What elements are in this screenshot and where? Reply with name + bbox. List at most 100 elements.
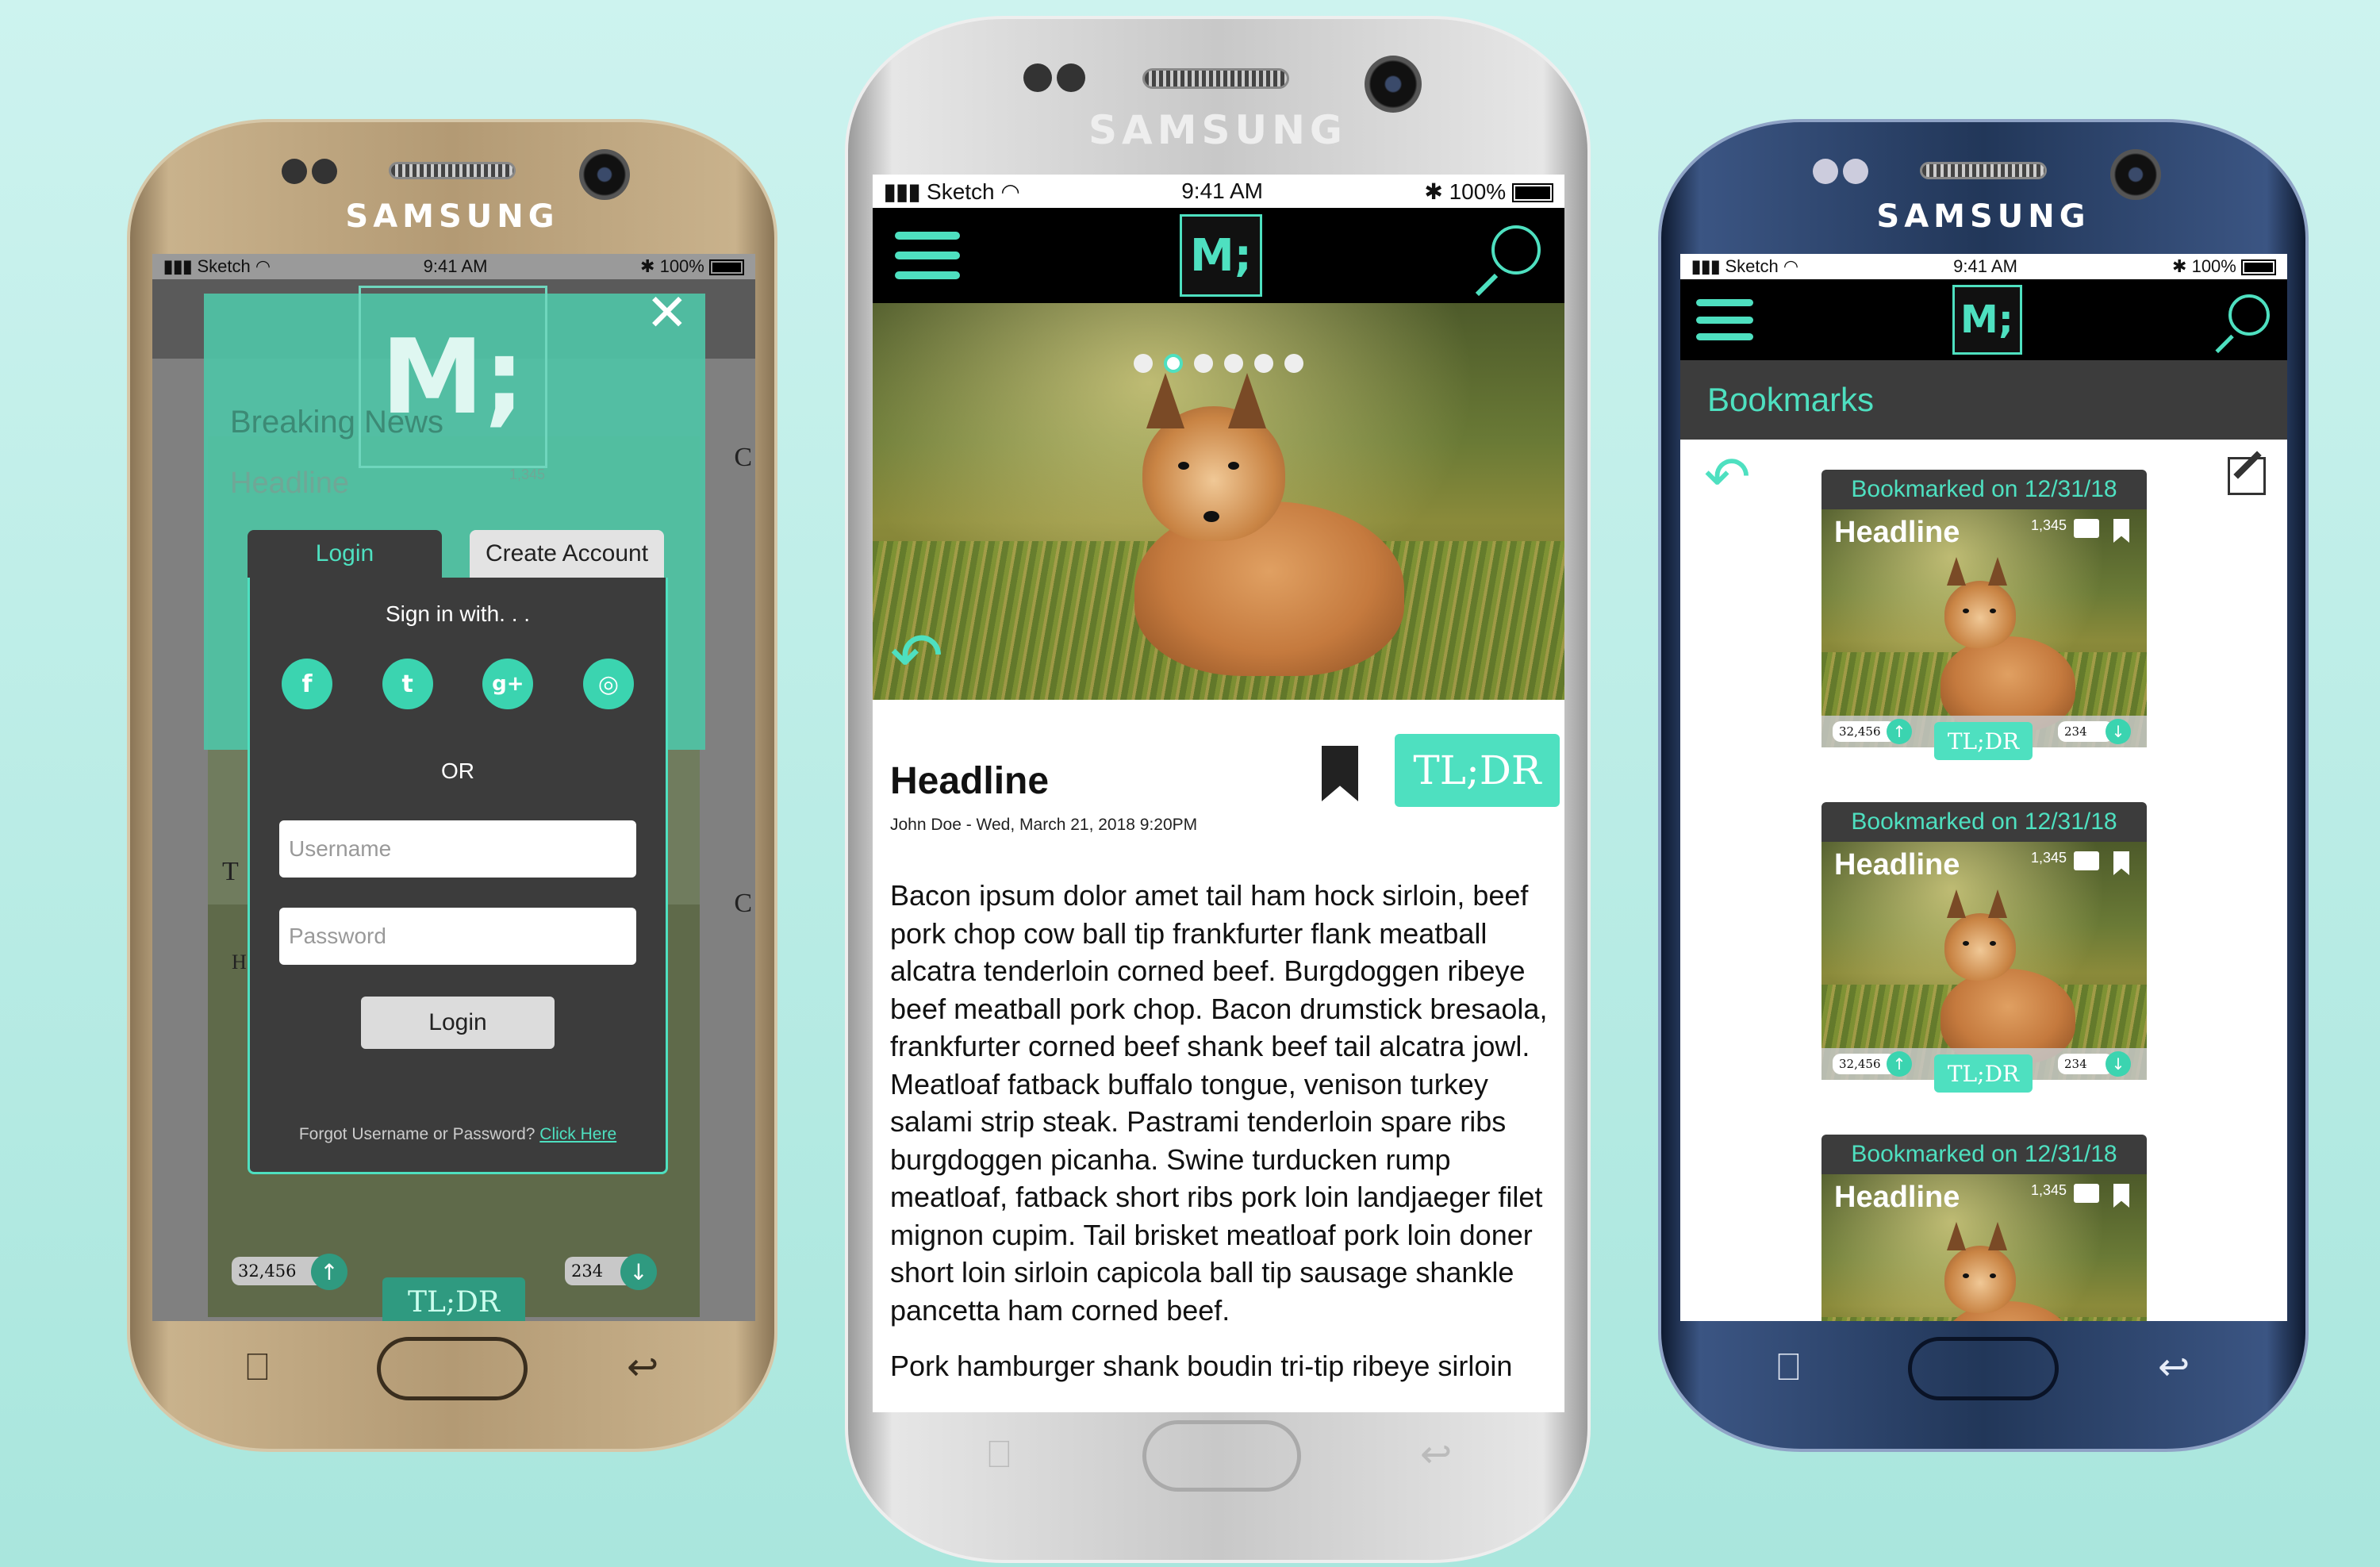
status-time: 9:41 AM [423,256,488,276]
back-nav-icon[interactable]: ↩ [1420,1432,1452,1477]
status-bar: ▮▮▮ Sketch ◠ 9:41 AM ✱ 100% [1680,254,2287,279]
upvote-icon[interactable]: ↑ [311,1254,347,1290]
tab-login[interactable]: Login [248,530,442,578]
brand-logo: SAMSUNG [345,198,559,235]
forgot-link[interactable]: Click Here [539,1125,616,1143]
or-label: OR [441,759,474,783]
facebook-icon[interactable]: f [282,659,332,709]
sensor-dot [312,159,337,184]
home-button[interactable] [1908,1337,2059,1400]
password-input[interactable]: Password [279,908,636,965]
twitter-icon[interactable]: t [382,659,433,709]
menu-icon[interactable] [895,232,960,279]
forgot-text: Forgot Username or Password? [298,1125,536,1143]
battery-icon [1511,183,1553,203]
search-icon[interactable] [2215,294,2271,354]
screen-bookmarks: ▮▮▮ Sketch ◠ 9:41 AM ✱ 100% M; Bookmarks… [1680,254,2287,1321]
status-bar: ▮▮▮ Sketch ◠ 9:41 AM ✱ 100% [152,254,755,279]
recent-apps-icon[interactable]: ⎕ [246,1345,269,1390]
article-body-1: Bacon ipsum dolor amet tail ham hock sir… [890,879,1548,1327]
sensor-dot [1813,159,1838,184]
menu-icon[interactable] [1696,299,1753,340]
card-image: Headline 1,345 32,456 ↑ 234 ↓ [1821,842,2147,1080]
app-bar: M; [873,208,1564,303]
tldr-button[interactable]: TL;DR [1934,1054,2033,1093]
carrier: ▮▮▮ Sketch ◠ [1691,256,1799,276]
tab-login-label: Login [315,540,374,567]
back-arrow-icon[interactable]: ↶ [1704,444,1751,509]
carousel-dot[interactable] [1134,354,1153,373]
bookmarks-title: Bookmarks [1707,381,1875,418]
social-row: f t g+ ◎ [282,659,634,709]
phone-left: SAMSUNG ▮▮▮ Sketch ◠ 9:41 AM ✱ 100% C T … [127,119,777,1452]
close-icon[interactable]: ✕ [646,284,689,343]
downvote-icon[interactable]: ↓ [620,1254,657,1290]
login-button[interactable]: Login [361,997,555,1049]
status-right: ✱ 100% [1424,179,1553,205]
search-icon[interactable] [1475,225,1542,297]
downvote-icon[interactable]: ↓ [2106,1051,2131,1077]
carousel-dot[interactable] [1224,354,1243,373]
side-letter: C [734,889,752,918]
home-button[interactable] [377,1337,528,1400]
status-right: ✱ 100% [2172,256,2276,277]
battery-icon [2240,259,2276,276]
bookmarks-title-bar: Bookmarks [1680,360,2287,440]
bluetooth-icon: ✱ [640,256,655,276]
username-input[interactable]: Username [279,820,636,878]
recent-apps-icon[interactable]: ⎕ [988,1432,1011,1477]
comment-icon[interactable] [2074,851,2099,870]
bookmark-icon[interactable] [1322,746,1358,801]
downvote-icon[interactable]: ↓ [2106,719,2131,744]
front-camera [579,149,630,200]
upvote-icon[interactable]: ↑ [1887,719,1912,744]
sensor-dot [1057,63,1085,92]
bookmark-card[interactable]: Bookmarked on 12/31/18 Headline 1,345 32,45… [1821,802,2147,1093]
app-logo[interactable]: M; [1180,214,1262,297]
bookmark-date: Bookmarked on 12/31/18 [1821,802,2147,842]
side-letter: C [734,443,752,472]
upvote-icon[interactable]: ↑ [1887,1051,1912,1077]
bookmark-card[interactable]: Bookmarked on 12/31/18 Headline 1,345 [1821,1135,2147,1321]
sensor-dot [1843,159,1868,184]
screen-article: ▮▮▮ Sketch ◠ 9:41 AM ✱ 100% M; ↶ Headlin… [873,175,1564,1412]
tab-create-label: Create Account [485,540,649,567]
comment-icon[interactable] [2074,1184,2099,1203]
google-plus-icon[interactable]: g+ [482,659,534,709]
carousel-dot[interactable] [1254,354,1273,373]
carousel-dot[interactable] [1194,354,1213,373]
carousel-dot[interactable] [1284,354,1303,373]
tab-create-account[interactable]: Create Account [470,530,664,578]
earpiece [1142,68,1289,89]
phone-center: SAMSUNG ▮▮▮ Sketch ◠ 9:41 AM ✱ 100% M; ↶… [845,16,1591,1563]
carrier: ▮▮▮ Sketch ◠ [884,179,1020,204]
earpiece [389,162,516,179]
brand-logo: SAMSUNG [1876,198,2090,235]
back-arrow-icon[interactable]: ↶ [890,619,943,693]
back-nav-icon[interactable]: ↩ [2158,1345,2190,1389]
forgot-row: Forgot Username or Password? Click Here [250,1125,666,1144]
app-bar: M; [1680,279,2287,360]
bookmark-card[interactable]: Bookmarked on 12/31/18 Headline 1,345 32,45… [1821,470,2147,760]
status-right: ✱ 100% [640,256,744,277]
instagram-icon[interactable]: ◎ [582,659,634,709]
tldr-button[interactable]: TL;DR [382,1277,525,1321]
phone-right: SAMSUNG ▮▮▮ Sketch ◠ 9:41 AM ✱ 100% M; B… [1658,119,2309,1452]
bookmark-list: Bookmarked on 12/31/18 Headline 1,345 32,45… [1821,470,2147,1321]
screen-login: ▮▮▮ Sketch ◠ 9:41 AM ✱ 100% C T H C Brea… [152,254,755,1321]
tldr-button[interactable]: TL;DR [1395,734,1560,807]
card-headline: Headline [1834,516,1960,549]
back-nav-icon[interactable]: ↩ [627,1345,658,1389]
carousel-dot-active[interactable] [1164,354,1183,373]
edit-icon[interactable] [2228,451,2266,495]
front-camera [2110,149,2161,200]
bookmark-date: Bookmarked on 12/31/18 [1821,1135,2147,1174]
home-button[interactable] [1142,1420,1301,1492]
tldr-button[interactable]: TL;DR [1934,722,2033,760]
comment-icon[interactable] [2074,519,2099,538]
sensor-dot [1023,63,1052,92]
bluetooth-icon: ✱ [1424,179,1443,204]
app-logo[interactable]: M; [1952,285,2022,355]
card-image: Headline 1,345 32,456 ↑ 234 ↓ [1821,509,2147,747]
recent-apps-icon[interactable]: ⎕ [1777,1345,1800,1390]
